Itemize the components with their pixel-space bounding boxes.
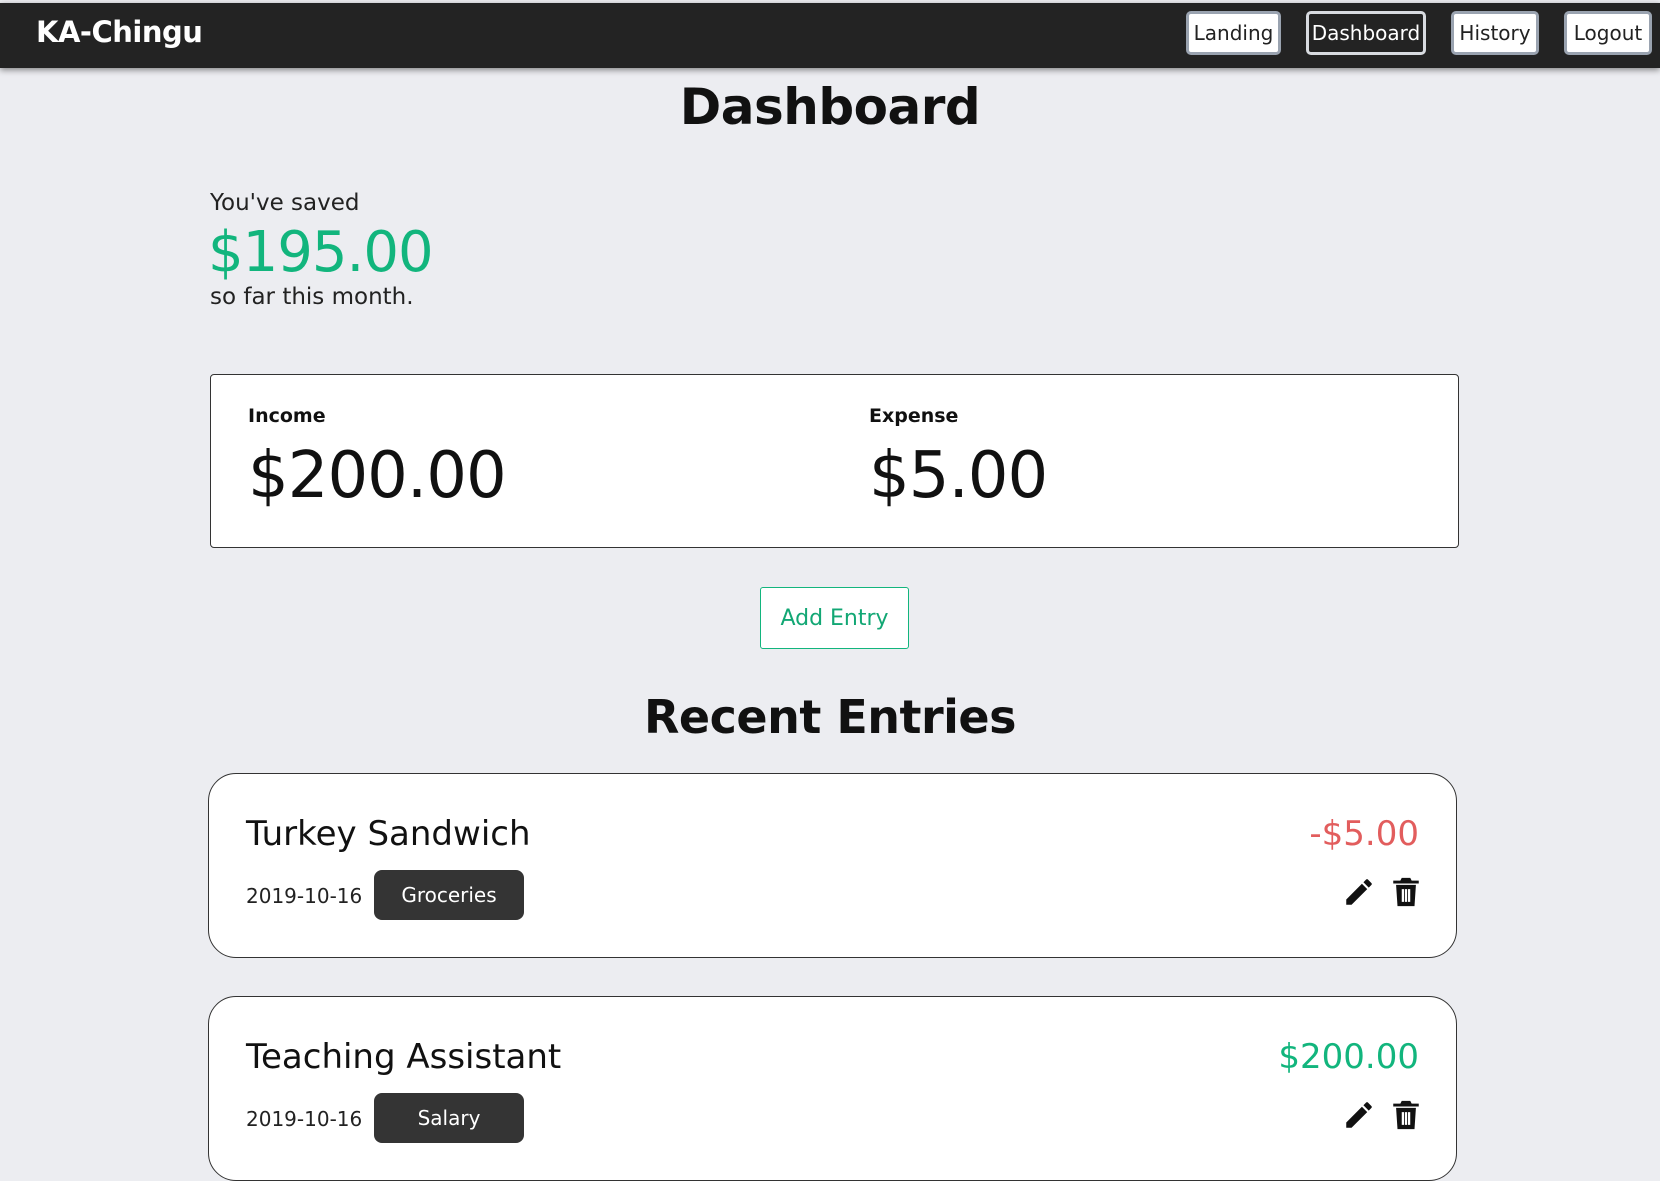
savings-suffix: so far this month. — [210, 284, 414, 310]
income-expense-summary-card: Income $200.00 Expense $5.00 — [210, 374, 1459, 548]
entry-category-tag: Groceries — [374, 870, 524, 920]
add-entry-button[interactable]: Add Entry — [760, 587, 909, 649]
nav-landing-button[interactable]: Landing — [1186, 11, 1281, 55]
nav-logout-button[interactable]: Logout — [1564, 11, 1652, 55]
nav-dashboard-button[interactable]: Dashboard — [1306, 11, 1426, 55]
top-navbar: KA-Chingu Landing Dashboard History Logo… — [0, 3, 1660, 68]
entry-date: 2019-10-16 — [246, 1107, 363, 1131]
entry-amount: -$5.00 — [1309, 814, 1419, 854]
pencil-icon[interactable] — [1342, 1098, 1376, 1132]
nav-history-button[interactable]: History — [1451, 11, 1539, 55]
savings-amount: $195.00 — [208, 220, 434, 285]
entry-category-tag: Salary — [374, 1093, 524, 1143]
savings-prefix: You've saved — [210, 190, 360, 216]
brand-logo[interactable]: KA-Chingu — [36, 15, 203, 49]
trash-icon[interactable] — [1389, 1098, 1423, 1132]
entry-title: Teaching Assistant — [246, 1037, 562, 1077]
entry-card: Teaching Assistant $200.00 2019-10-16 Sa… — [208, 996, 1457, 1181]
page-title: Dashboard — [679, 78, 981, 136]
pencil-icon[interactable] — [1342, 875, 1376, 909]
entry-date: 2019-10-16 — [246, 884, 363, 908]
entry-title: Turkey Sandwich — [246, 814, 531, 854]
income-label: Income — [248, 405, 326, 427]
entry-card: Turkey Sandwich -$5.00 2019-10-16 Grocer… — [208, 773, 1457, 958]
trash-icon[interactable] — [1389, 875, 1423, 909]
recent-entries-title: Recent Entries — [643, 690, 1017, 744]
expense-value: $5.00 — [869, 439, 1048, 513]
entry-amount: $200.00 — [1278, 1037, 1419, 1077]
expense-label: Expense — [869, 405, 959, 427]
income-value: $200.00 — [248, 439, 507, 513]
